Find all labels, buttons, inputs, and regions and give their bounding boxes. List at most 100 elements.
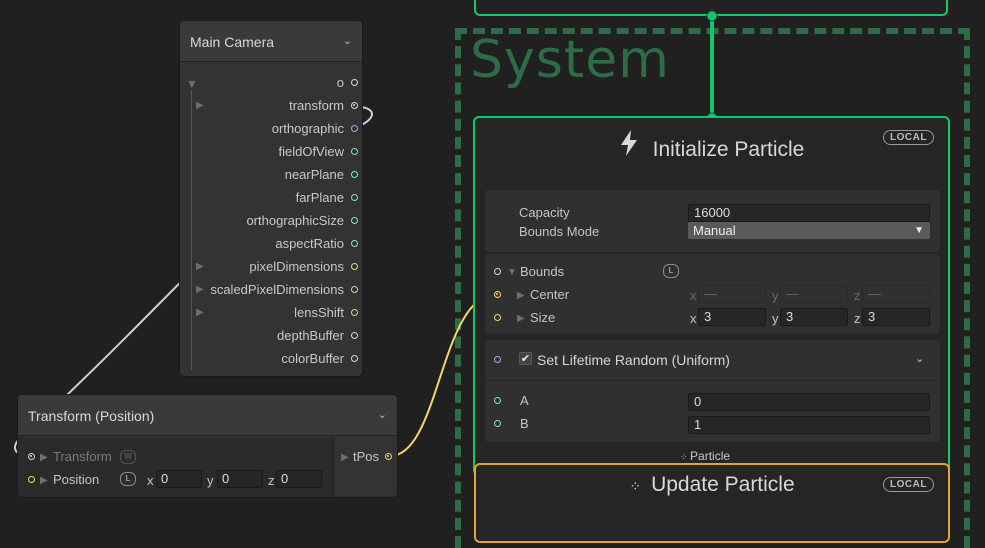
row-label: farPlane (295, 190, 344, 205)
output-port[interactable] (351, 79, 358, 86)
row-label: colorBuffer (281, 351, 344, 366)
center-expand-icon[interactable]: ▶ (517, 290, 525, 301)
position-y-field[interactable]: 0 (217, 470, 263, 488)
camera-row-o[interactable]: o (336, 75, 358, 90)
row-label: fieldOfView (278, 144, 344, 159)
output-port[interactable] (351, 286, 358, 293)
block-enabled-checkbox[interactable]: ✔ (519, 352, 532, 365)
capacity-field[interactable]: 16000 (688, 204, 930, 222)
b-port[interactable] (494, 420, 501, 427)
size-expand-icon[interactable]: ▶ (517, 313, 525, 324)
world-space-badge[interactable]: W (120, 450, 136, 464)
center-x-field: — (698, 285, 766, 303)
lightning-icon (619, 130, 639, 162)
camera-row-scaledpixeldimensions[interactable]: scaledPixelDimensions (210, 282, 358, 297)
particle-spawn-icon: ⁘ (629, 478, 642, 494)
size-x-field[interactable]: 3 (698, 308, 766, 326)
camera-row-nearplane[interactable]: nearPlane (285, 167, 358, 182)
output-port[interactable] (351, 102, 358, 109)
size-label: Size (530, 310, 556, 325)
block-collapse-icon[interactable]: ⌄ (915, 352, 924, 365)
transform-expand-icon[interactable]: ▶ (196, 100, 204, 111)
row-label: o (336, 75, 344, 90)
camera-row-pixeldimensions[interactable]: pixelDimensions (249, 259, 358, 274)
center-y-field: — (780, 285, 848, 303)
update-particle-context[interactable]: ⁘ Update Particle LOCAL (474, 463, 950, 543)
b-field[interactable]: 1 (688, 416, 930, 434)
tpos-expand-icon[interactable]: ▶ (341, 452, 349, 463)
row-label: orthographic (271, 121, 344, 136)
center-z-field: — (862, 285, 930, 303)
pixeldimensions-expand-icon[interactable]: ▶ (196, 261, 204, 272)
bounds-port[interactable] (494, 268, 501, 275)
output-port[interactable] (351, 309, 358, 316)
local-badge: LOCAL (883, 130, 934, 145)
context-title: Initialize Particle (475, 130, 948, 162)
output-port[interactable] (351, 125, 358, 132)
size-y-field[interactable]: 3 (780, 308, 848, 326)
position-y-label: y (207, 473, 214, 488)
camera-collapse-icon[interactable]: ▼ (186, 77, 198, 91)
local-space-badge[interactable]: L (120, 472, 136, 486)
bounds-expand-icon[interactable]: ▼ (507, 267, 517, 278)
camera-node-header[interactable]: Main Camera ⌄ (180, 21, 362, 62)
row-label: lensShift (294, 305, 344, 320)
camera-node-title: Main Camera (190, 34, 275, 50)
transform-input-port[interactable] (28, 453, 35, 460)
a-port[interactable] (494, 397, 501, 404)
position-x-label: x (147, 473, 154, 488)
flow-port-top (706, 10, 718, 22)
position-x-field[interactable]: 0 (156, 470, 202, 488)
camera-row-colorbuffer[interactable]: colorBuffer (281, 351, 358, 366)
particle-label-text: Particle (690, 449, 731, 463)
row-label: orthographicSize (246, 213, 344, 228)
position-expand-icon[interactable]: ▶ (40, 475, 48, 486)
transform-input-expand-icon[interactable]: ▶ (40, 452, 48, 463)
transform-node-title: Transform (Position) (28, 408, 155, 424)
row-label: scaledPixelDimensions (210, 282, 344, 297)
output-port[interactable] (351, 171, 358, 178)
camera-row-orthographicsize[interactable]: orthographicSize (246, 213, 358, 228)
bounds-mode-value: Manual (693, 223, 736, 238)
camera-row-orthographic[interactable]: orthographic (271, 121, 358, 136)
output-port[interactable] (351, 217, 358, 224)
camera-row-lensshift[interactable]: lensShift (294, 305, 358, 320)
camera-row-farplane[interactable]: farPlane (295, 190, 358, 205)
size-z-label: z (854, 311, 861, 326)
bounds-mode-dropdown[interactable]: Manual ▼ (688, 222, 930, 239)
position-z-field[interactable]: 0 (276, 470, 322, 488)
a-label: A (520, 393, 529, 408)
bounds-local-badge[interactable]: L (663, 264, 679, 278)
camera-row-fieldofview[interactable]: fieldOfView (278, 144, 358, 159)
size-port[interactable] (494, 314, 501, 321)
position-z-label: z (268, 473, 275, 488)
size-x-label: x (690, 311, 697, 326)
a-field[interactable]: 0 (688, 393, 930, 411)
tpos-output-port[interactable] (385, 453, 392, 460)
camera-row-depthbuffer[interactable]: depthBuffer (277, 328, 358, 343)
output-port[interactable] (351, 194, 358, 201)
bounds-label: Bounds (520, 264, 565, 279)
output-port[interactable] (351, 148, 358, 155)
size-y-label: y (772, 311, 779, 326)
output-port[interactable] (351, 263, 358, 270)
transform-input-label: Transform (53, 449, 112, 464)
chevron-down-icon[interactable]: ⌄ (343, 34, 352, 47)
position-input-port[interactable] (28, 476, 35, 483)
camera-row-aspectratio[interactable]: aspectRatio (275, 236, 358, 251)
lensshift-expand-icon[interactable]: ▶ (196, 307, 204, 318)
block-activation-port[interactable] (494, 356, 501, 363)
scaledpixeldimensions-expand-icon[interactable]: ▶ (196, 284, 204, 295)
size-z-field[interactable]: 3 (862, 308, 930, 326)
output-port[interactable] (351, 355, 358, 362)
row-label: aspectRatio (275, 236, 344, 251)
transform-node-header[interactable]: Transform (Position) ⌄ (18, 395, 397, 436)
chevron-down-icon[interactable]: ⌄ (378, 408, 387, 421)
block-title: Set Lifetime Random (Uniform) (537, 352, 730, 368)
output-port[interactable] (351, 332, 358, 339)
center-port[interactable] (494, 291, 501, 298)
camera-row-transform[interactable]: transform (289, 98, 358, 113)
bounds-mode-label: Bounds Mode (519, 224, 600, 239)
output-port[interactable] (351, 240, 358, 247)
center-y-label: y (772, 288, 779, 303)
